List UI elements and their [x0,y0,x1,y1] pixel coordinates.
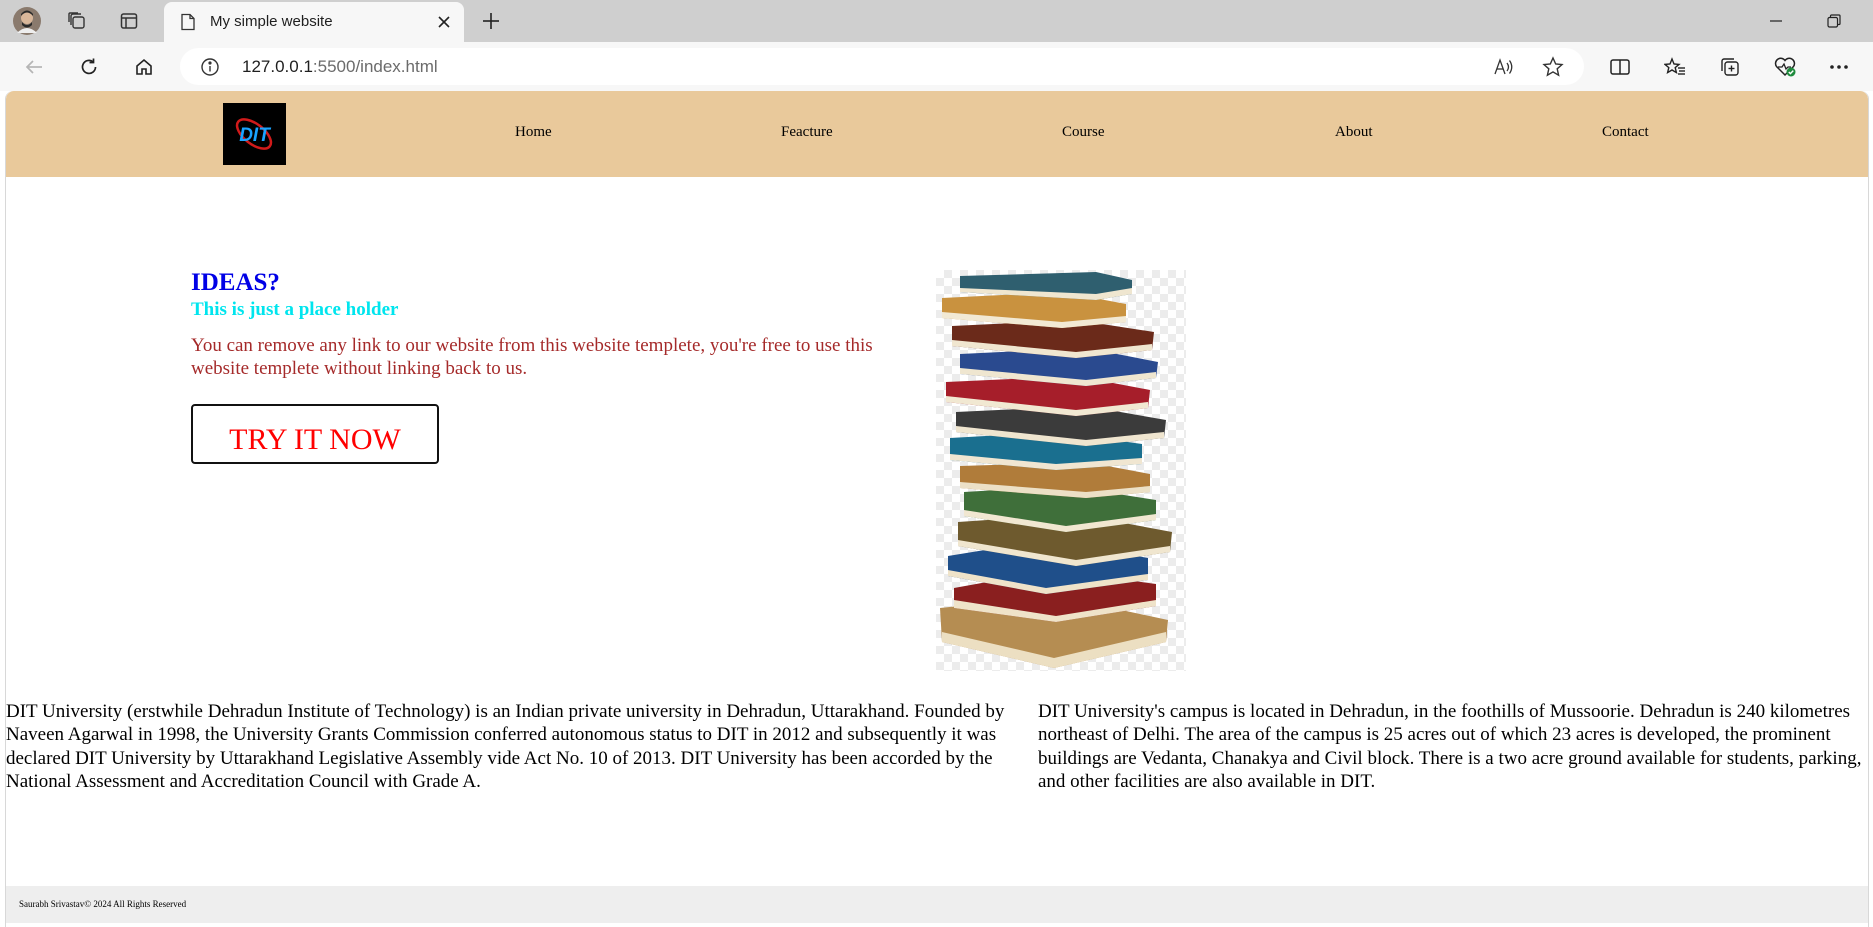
close-icon[interactable] [434,12,454,32]
hero-title: IDEAS? [191,269,280,296]
books-stack-image [936,270,1186,671]
plus-icon[interactable] [476,6,506,36]
logo-text: DIT [239,125,271,146]
hero-description: You can remove any link to our website f… [191,335,873,379]
nav-about[interactable]: About [1335,124,1373,141]
restore-icon[interactable] [1814,6,1854,36]
address-bar[interactable]: 127.0.0.1:5500/index.html [180,48,1584,85]
refresh-icon[interactable] [73,51,105,83]
about-paragraph-left: DIT University (erstwhile Dehradun Insti… [6,701,1005,792]
back-icon[interactable] [18,51,50,83]
split-screen-icon[interactable] [1604,51,1636,83]
tab-strip: My simple website [0,0,1873,42]
about-paragraph-right: DIT University's campus is located in De… [1038,701,1862,792]
hero-subtitle: This is just a place holder [191,299,399,320]
nav-contact[interactable]: Contact [1602,124,1649,141]
browser-toolbar: 127.0.0.1:5500/index.html [0,42,1873,91]
read-aloud-icon[interactable] [1493,56,1515,78]
favorites-icon[interactable] [1659,51,1691,83]
info-icon[interactable] [200,57,220,82]
site-logo[interactable]: DIT [223,103,286,165]
more-icon[interactable] [1823,51,1855,83]
page-icon [180,13,196,36]
home-icon[interactable] [128,51,160,83]
minimize-icon[interactable] [1756,6,1796,36]
site-navbar: DIT Home Feacture Course About Contact [6,91,1868,177]
page-viewport: DIT Home Feacture Course About Contact I… [5,91,1869,927]
favorite-star-icon[interactable] [1542,56,1564,78]
books-illustration [940,272,1172,668]
browser-essentials-icon[interactable] [1769,51,1801,83]
nav-feacture[interactable]: Feacture [781,124,833,141]
tab-my-simple-website[interactable]: My simple website [164,2,464,42]
site-footer: Saurabh Srivastav© 2024 All Rights Reser… [6,886,1868,923]
tab-actions-icon[interactable] [114,6,144,36]
nav-course[interactable]: Course [1062,124,1105,141]
url-path: :5500/index.html [312,57,438,76]
tab-title: My simple website [210,13,333,30]
url-host: 127.0.0.1 [242,57,313,76]
profile-avatar[interactable] [12,6,42,36]
footer-copyright: Saurabh Srivastav© 2024 All Rights Reser… [19,899,187,909]
try-it-now-button[interactable]: TRY IT NOW [191,404,439,464]
url-text: 127.0.0.1:5500/index.html [242,57,438,77]
workspaces-icon[interactable] [62,6,92,36]
nav-home[interactable]: Home [515,124,552,141]
collections-icon[interactable] [1714,51,1746,83]
